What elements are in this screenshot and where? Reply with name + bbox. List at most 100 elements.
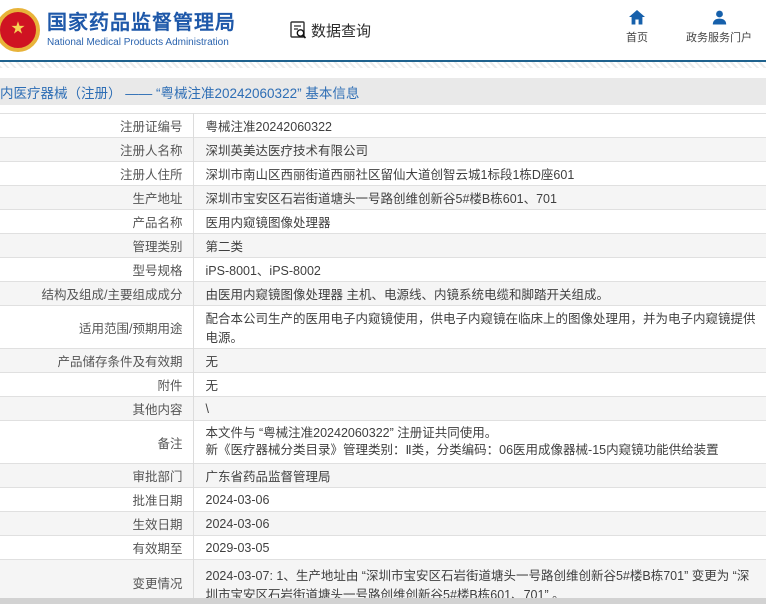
- row-label: 有效期至: [0, 535, 194, 560]
- row-value: \: [193, 397, 766, 421]
- row-value: 2024-03-06: [193, 512, 766, 536]
- row-value-line: 本文件与 “粤械注准20242060322” 注册证共同使用。: [205, 426, 498, 440]
- row-value: iPS-8001、iPS-8002: [193, 258, 766, 282]
- row-value-text: 深圳英美达医疗技术有限公司: [205, 144, 369, 158]
- row-label: 适用范围/预期用途: [0, 305, 194, 349]
- row-value: 深圳英美达医疗技术有限公司: [193, 138, 766, 162]
- table-row: 附件 无: [0, 372, 766, 397]
- row-value-text: 深圳市宝安区石岩街道塘头一号路创维创新谷5#楼B栋601、701: [205, 192, 557, 206]
- row-label-text: 生效日期: [132, 518, 183, 532]
- row-value-text: 2024-03-06: [205, 516, 270, 531]
- top-link-label: 政务服务门户: [686, 32, 752, 44]
- row-label: 产品名称: [0, 209, 194, 234]
- row-label-text: 其他内容: [132, 403, 183, 417]
- page-title-bar: 内医疗器械（注册） —— “粤械注准20242060322” 基本信息: [0, 78, 766, 105]
- registration-info-table: 注册证编号 粤械注准20242060322 注册人名称 深圳英美达医疗技术有限公司 注册…: [0, 113, 766, 604]
- home-icon: [629, 10, 645, 25]
- row-label-text: 适用范围/预期用途: [79, 321, 183, 336]
- row-value-text: 深圳市南山区西丽街道西丽社区留仙大道创智云城1标段1栋D座601: [205, 168, 575, 182]
- row-label: 附件: [0, 372, 194, 397]
- row-label-text: 型号规格: [132, 264, 183, 278]
- row-label: 生效日期: [0, 511, 194, 536]
- nav-data-query[interactable]: 数据查询: [288, 20, 371, 41]
- row-value-text: 广东省药品监督管理局: [205, 470, 331, 484]
- row-value: 医用内窥镜图像处理器: [193, 210, 766, 234]
- table-row: 批准日期 2024-03-06: [0, 487, 766, 512]
- table-row: 备注 本文件与 “粤械注准20242060322” 注册证共同使用。 新《医疗器械分…: [0, 420, 766, 464]
- row-label: 注册人住所: [0, 161, 194, 186]
- row-label: 管理类别: [0, 233, 194, 258]
- star-icon: ★: [10, 18, 26, 38]
- brand-title: 国家药品监督管理局: [47, 12, 236, 34]
- row-label: 批准日期: [0, 487, 194, 512]
- row-value-line: 新《医疗器械分类目录》管理类别：Ⅱ类，分类编码：06医用成像器械-15内窥镜功能…: [205, 443, 719, 457]
- row-label: 生产地址: [0, 185, 194, 210]
- row-label-text: 备注: [157, 436, 183, 451]
- row-label-text: 产品储存条件及有效期: [57, 355, 183, 369]
- row-value: 粤械注准20242060322: [193, 114, 766, 138]
- row-value: 2024-03-06: [193, 488, 766, 512]
- table-row: 适用范围/预期用途 配合本公司生产的医用电子内窥镜使用，供电子内窥镜在临床上的图像…: [0, 305, 766, 349]
- row-value-text: 第二类: [205, 240, 244, 254]
- table-row: 注册人名称 深圳英美达医疗技术有限公司: [0, 137, 766, 162]
- row-value-text: 2029-03-05: [205, 540, 270, 555]
- table-row: 生产地址 深圳市宝安区石岩街道塘头一号路创维创新谷5#楼B栋601、701: [0, 185, 766, 210]
- row-value-text: 无: [205, 355, 219, 369]
- row-label-text: 附件: [157, 379, 183, 393]
- spacer: [0, 68, 766, 78]
- row-value: 本文件与 “粤械注准20242060322” 注册证共同使用。新《医疗器械分类目…: [193, 421, 766, 464]
- info-table-body: 注册证编号 粤械注准20242060322 注册人名称 深圳英美达医疗技术有限公司 注册…: [0, 113, 766, 604]
- row-label: 注册人名称: [0, 137, 194, 162]
- row-label: 注册证编号: [0, 113, 194, 138]
- row-value: 广东省药品监督管理局: [193, 464, 766, 488]
- row-label-text: 审批部门: [132, 470, 183, 484]
- brand-subtitle: National Medical Products Administration: [47, 37, 229, 48]
- table-row: 其他内容 \: [0, 396, 766, 421]
- row-value: 配合本公司生产的医用电子内窥镜使用，供电子内窥镜在临床上的图像处理用，并为电子内…: [193, 306, 766, 349]
- top-link-label: 首页: [626, 32, 648, 44]
- row-label-text: 注册人住所: [119, 168, 183, 182]
- user-icon: [712, 10, 727, 25]
- row-label-text: 批准日期: [132, 494, 183, 508]
- table-row: 管理类别 第二类: [0, 233, 766, 258]
- top-link-home[interactable]: 首页: [626, 10, 648, 45]
- row-label-text: 结构及组成/主要组成成分: [41, 288, 183, 302]
- brand-logo[interactable]: ★ 国家药品监督管理局 National Medical Products Ad…: [0, 8, 236, 52]
- row-value: 由医用内窥镜图像处理器 主机、电源线、内镜系统电缆和脚踏开关组成。: [193, 282, 766, 306]
- table-row: 产品名称 医用内窥镜图像处理器: [0, 209, 766, 234]
- row-value: 第二类: [193, 234, 766, 258]
- row-value-text: 2024-03-06: [205, 492, 270, 507]
- row-value-text: 粤械注准20242060322: [205, 120, 332, 134]
- page-title: 内医疗器械（注册） —— “粤械注准20242060322” 基本信息: [0, 85, 360, 101]
- site-header: ★ 国家药品监督管理局 National Medical Products Ad…: [0, 0, 766, 60]
- table-row: 型号规格 iPS-8001、iPS-8002: [0, 257, 766, 282]
- row-label-text: 有效期至: [132, 542, 183, 556]
- row-value-text: iPS-8001、iPS-8002: [205, 264, 321, 278]
- row-label: 备注: [0, 420, 194, 464]
- row-label-text: 注册证编号: [119, 120, 183, 134]
- national-emblem-icon: ★: [0, 8, 40, 52]
- row-label: 其他内容: [0, 396, 194, 421]
- row-label: 结构及组成/主要组成成分: [0, 281, 194, 306]
- table-row: 结构及组成/主要组成成分 由医用内窥镜图像处理器 主机、电源线、内镜系统电缆和脚踏…: [0, 281, 766, 306]
- table-row: 注册证编号 粤械注准20242060322: [0, 113, 766, 138]
- top-links: 首页 政务服务门户: [626, 10, 752, 45]
- row-value-text: 无: [205, 379, 219, 393]
- row-value-text: 由医用内窥镜图像处理器 主机、电源线、内镜系统电缆和脚踏开关组成。: [205, 288, 609, 302]
- row-label: 审批部门: [0, 463, 194, 488]
- table-row: 注册人住所 深圳市南山区西丽街道西丽社区留仙大道创智云城1标段1栋D座601: [0, 161, 766, 186]
- row-value-text: 医用内窥镜图像处理器: [205, 216, 331, 230]
- page-bottom-band: [0, 598, 766, 604]
- data-query-label: 数据查询: [311, 22, 372, 40]
- row-value-text: 配合本公司生产的医用电子内窥镜使用，供电子内窥镜在临床上的图像处理用，并为电子内…: [205, 312, 756, 345]
- row-label-text: 变更情况: [132, 577, 183, 591]
- brand-text: 国家药品监督管理局 National Medical Products Admi…: [47, 12, 236, 48]
- row-value-text: \: [205, 401, 209, 416]
- row-label-text: 管理类别: [132, 240, 183, 254]
- row-value: 深圳市南山区西丽街道西丽社区留仙大道创智云城1标段1栋D座601: [193, 162, 766, 186]
- top-link-gov-portal[interactable]: 政务服务门户: [686, 10, 752, 45]
- table-row: 有效期至 2029-03-05: [0, 535, 766, 560]
- row-label: 型号规格: [0, 257, 194, 282]
- row-value: 2029-03-05: [193, 536, 766, 560]
- row-value: 无: [193, 349, 766, 373]
